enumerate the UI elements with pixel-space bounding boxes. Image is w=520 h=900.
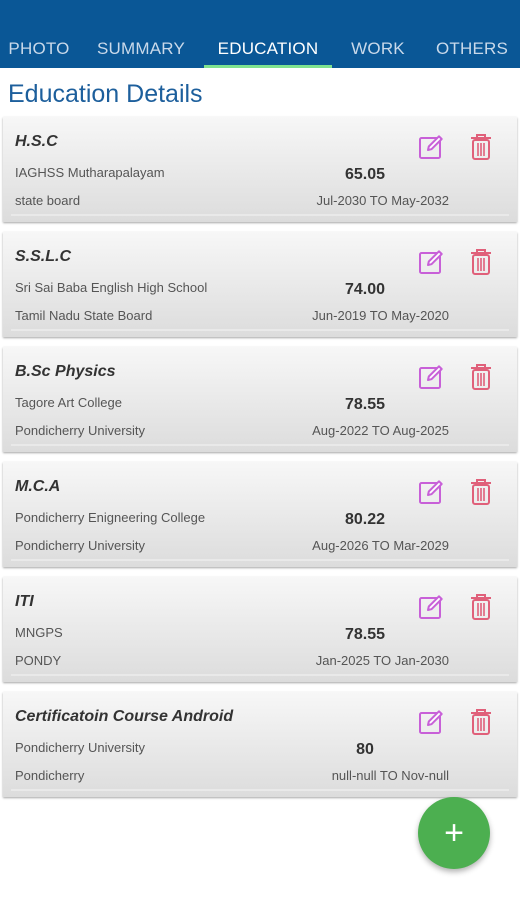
board-name: Tamil Nadu State Board xyxy=(15,308,153,323)
institute-name: Sri Sai Baba English High School xyxy=(15,280,208,295)
divider xyxy=(11,214,509,216)
tab-others[interactable]: OTHERS xyxy=(424,30,520,68)
trash-icon[interactable] xyxy=(469,363,493,391)
course-title: S.S.L.C xyxy=(15,248,72,265)
education-card[interactable]: Certificatoin Course Android Pondicherry… xyxy=(3,692,517,797)
edit-icon[interactable] xyxy=(417,593,445,621)
institute-name: Pondicherry University xyxy=(15,740,146,755)
edit-icon[interactable] xyxy=(417,708,445,736)
add-education-button[interactable]: + xyxy=(418,797,490,869)
board-name: PONDY xyxy=(15,653,62,668)
education-card[interactable]: ITI MNGPS PONDY 78.55 Jan-2025 TO Jan-20… xyxy=(3,577,517,682)
trash-icon[interactable] xyxy=(469,478,493,506)
education-card[interactable]: M.C.A Pondicherry Enigneering College Po… xyxy=(3,462,517,567)
institute-name: IAGHSS Mutharapalayam xyxy=(15,165,165,180)
tab-label: SUMMARY xyxy=(97,39,185,58)
institute-name: Pondicherry Enigneering College xyxy=(15,510,206,525)
trash-icon[interactable] xyxy=(469,133,493,161)
education-card[interactable]: B.Sc Physics Tagore Art College Pondiche… xyxy=(3,347,517,452)
period: Jun-2019 TO May-2020 xyxy=(312,308,449,323)
board-name: Pondicherry University xyxy=(15,538,146,553)
course-title: B.Sc Physics xyxy=(15,363,116,380)
page-title: Education Details xyxy=(8,80,203,108)
tab-education[interactable]: EDUCATION xyxy=(204,30,332,68)
trash-icon[interactable] xyxy=(469,708,493,736)
tab-bar: PHOTO SUMMARY EDUCATION WORK OTHERS xyxy=(0,30,520,68)
tab-label: WORK xyxy=(351,39,405,58)
board-name: Pondicherry University xyxy=(15,423,146,438)
score: 65.05 xyxy=(344,166,386,183)
trash-icon[interactable] xyxy=(469,248,493,276)
period: Jan-2025 TO Jan-2030 xyxy=(315,653,449,668)
tab-work[interactable]: WORK xyxy=(332,30,424,68)
period: Aug-2026 TO Mar-2029 xyxy=(312,538,449,553)
course-title: ITI xyxy=(15,593,34,610)
period: null-null TO Nov-null xyxy=(331,768,449,783)
edit-icon[interactable] xyxy=(417,363,445,391)
education-card[interactable]: H.S.C IAGHSS Mutharapalayam state board … xyxy=(3,117,517,222)
period: Jul-2030 TO May-2032 xyxy=(316,193,449,208)
edit-icon[interactable] xyxy=(417,248,445,276)
score: 78.55 xyxy=(344,396,386,413)
education-card[interactable]: S.S.L.C Sri Sai Baba English High School… xyxy=(3,232,517,337)
board-name: state board xyxy=(15,193,81,208)
score: 80.22 xyxy=(344,511,386,528)
course-title: Certificatoin Course Android xyxy=(15,708,234,725)
trash-icon[interactable] xyxy=(469,593,493,621)
institute-name: Tagore Art College xyxy=(15,395,122,410)
score: 80 xyxy=(356,741,374,758)
institute-name: MNGPS xyxy=(15,625,63,640)
course-title: H.S.C xyxy=(15,133,58,150)
score: 78.55 xyxy=(344,626,386,643)
course-title: M.C.A xyxy=(15,478,61,495)
app-bar: PHOTO SUMMARY EDUCATION WORK OTHERS xyxy=(0,0,520,68)
score: 74.00 xyxy=(344,281,386,298)
board-name: Pondicherry xyxy=(15,768,85,783)
tab-label: PHOTO xyxy=(8,39,70,58)
divider xyxy=(11,789,509,791)
divider xyxy=(11,329,509,331)
plus-icon: + xyxy=(444,814,464,852)
divider xyxy=(11,444,509,446)
education-list: H.S.C IAGHSS Mutharapalayam state board … xyxy=(3,117,517,807)
tab-label: EDUCATION xyxy=(217,39,319,58)
tab-indicator xyxy=(204,65,332,68)
divider xyxy=(11,559,509,561)
period: Aug-2022 TO Aug-2025 xyxy=(312,423,449,438)
edit-icon[interactable] xyxy=(417,133,445,161)
tab-summary[interactable]: SUMMARY xyxy=(78,30,204,68)
tab-photo[interactable]: PHOTO xyxy=(0,30,78,68)
divider xyxy=(11,674,509,676)
edit-icon[interactable] xyxy=(417,478,445,506)
tab-label: OTHERS xyxy=(435,39,509,58)
